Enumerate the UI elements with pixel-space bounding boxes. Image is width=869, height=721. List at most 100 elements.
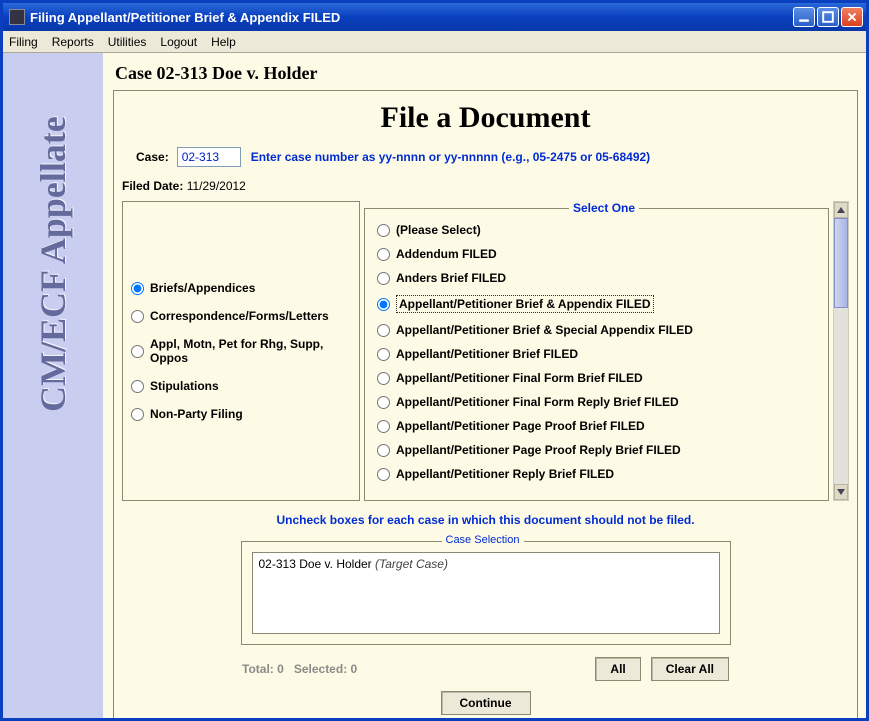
doctype-radio[interactable]	[377, 372, 390, 385]
category-appl-motn[interactable]: Appl, Motn, Pet for Rhg, Supp, Oppos	[131, 337, 351, 365]
window-controls	[793, 7, 863, 27]
doctype-radio[interactable]	[377, 248, 390, 261]
doctype-radio[interactable]	[377, 444, 390, 457]
selected-value: 0	[351, 662, 358, 676]
form-frame: File a Document Case: Enter case number …	[113, 90, 858, 718]
close-icon	[846, 11, 858, 23]
doctype-label: Appellant/Petitioner Final Form Brief FI…	[396, 371, 643, 385]
category-panel: Briefs/Appendices Correspondence/Forms/L…	[122, 201, 360, 501]
doctype-radio[interactable]	[377, 224, 390, 237]
select-all-button[interactable]: All	[595, 657, 640, 681]
doctype-legend: Select One	[569, 201, 639, 215]
window-title: Filing Appellant/Petitioner Brief & Appe…	[30, 10, 793, 25]
menu-logout[interactable]: Logout	[160, 35, 197, 49]
doctype-radio[interactable]	[377, 324, 390, 337]
totals-row: Total: 0 Selected: 0 All Clear All	[242, 657, 729, 681]
doctype-list: (Please Select) Addendum FILED Anders Br…	[369, 221, 824, 483]
case-title: Case 02-313 Doe v. Holder	[113, 59, 858, 90]
scroll-up-button[interactable]	[834, 202, 848, 218]
category-label: Correspondence/Forms/Letters	[150, 309, 329, 323]
category-label: Non-Party Filing	[150, 407, 243, 421]
doctype-appellant-brief[interactable]: Appellant/Petitioner Brief FILED	[377, 347, 816, 361]
maximize-button[interactable]	[817, 7, 839, 27]
doctype-label: Appellant/Petitioner Brief & Special App…	[396, 323, 693, 337]
scroll-track-space[interactable]	[834, 308, 848, 484]
case-number-input[interactable]	[177, 147, 241, 167]
menu-reports[interactable]: Reports	[52, 35, 94, 49]
doctype-label: Appellant/Petitioner Brief & Appendix FI…	[396, 295, 654, 313]
category-radio[interactable]	[131, 345, 144, 358]
doctype-label: Addendum FILED	[396, 247, 497, 261]
doctype-final-form-reply[interactable]: Appellant/Petitioner Final Form Reply Br…	[377, 395, 816, 409]
menu-help[interactable]: Help	[211, 35, 236, 49]
doctype-please-select[interactable]: (Please Select)	[377, 223, 816, 237]
selected-label: Selected:	[294, 662, 347, 676]
doctype-appellant-special-appendix[interactable]: Appellant/Petitioner Brief & Special App…	[377, 323, 816, 337]
app-icon	[9, 9, 25, 25]
category-stipulations[interactable]: Stipulations	[131, 379, 351, 393]
doctype-radio[interactable]	[377, 348, 390, 361]
category-briefs[interactable]: Briefs/Appendices	[131, 281, 351, 295]
doctype-radio[interactable]	[377, 396, 390, 409]
clear-all-button[interactable]: Clear All	[651, 657, 729, 681]
doctype-addendum[interactable]: Addendum FILED	[377, 247, 816, 261]
doctype-label: Appellant/Petitioner Page Proof Brief FI…	[396, 419, 645, 433]
category-radio[interactable]	[131, 310, 144, 323]
doctype-radio[interactable]	[377, 272, 390, 285]
doctype-label: Appellant/Petitioner Reply Brief FILED	[396, 467, 614, 481]
doctype-panel: Select One (Please Select) Addendum FILE…	[364, 201, 829, 501]
doctype-reply-brief[interactable]: Appellant/Petitioner Reply Brief FILED	[377, 467, 816, 481]
category-radio[interactable]	[131, 380, 144, 393]
minimize-button[interactable]	[793, 7, 815, 27]
sidebar: CM/ECF Appellate	[3, 53, 103, 718]
main-panel: Case 02-313 Doe v. Holder File a Documen…	[103, 53, 866, 718]
continue-row: Continue	[122, 691, 849, 715]
doctype-anders[interactable]: Anders Brief FILED	[377, 271, 816, 285]
doctype-radio[interactable]	[377, 420, 390, 433]
app-window: Filing Appellant/Petitioner Brief & Appe…	[0, 0, 869, 721]
doctype-panel-wrap: Select One (Please Select) Addendum FILE…	[364, 201, 849, 501]
total-value: 0	[277, 662, 284, 676]
menu-filing[interactable]: Filing	[9, 35, 38, 49]
case-selection-list[interactable]: 02-313 Doe v. Holder (Target Case)	[252, 552, 720, 634]
doctype-radio[interactable]	[377, 298, 390, 311]
case-selection-fieldset: Case Selection 02-313 Doe v. Holder (Tar…	[241, 541, 731, 645]
doctype-final-form-brief[interactable]: Appellant/Petitioner Final Form Brief FI…	[377, 371, 816, 385]
category-correspondence[interactable]: Correspondence/Forms/Letters	[131, 309, 351, 323]
category-label: Appl, Motn, Pet for Rhg, Supp, Oppos	[150, 337, 351, 365]
titlebar: Filing Appellant/Petitioner Brief & Appe…	[3, 3, 866, 31]
scroll-thumb[interactable]	[834, 218, 848, 308]
selection-panels: Briefs/Appendices Correspondence/Forms/L…	[122, 201, 849, 501]
menu-utilities[interactable]: Utilities	[108, 35, 147, 49]
doctype-label: Anders Brief FILED	[396, 271, 506, 285]
case-selection-legend: Case Selection	[442, 534, 524, 546]
continue-button[interactable]: Continue	[441, 691, 531, 715]
doctype-page-proof-reply[interactable]: Appellant/Petitioner Page Proof Reply Br…	[377, 443, 816, 457]
filed-date-row: Filed Date: 11/29/2012	[122, 179, 849, 193]
category-nonparty[interactable]: Non-Party Filing	[131, 407, 351, 421]
doctype-radio[interactable]	[377, 468, 390, 481]
filed-date-value: 11/29/2012	[187, 179, 246, 193]
page-heading: File a Document	[122, 101, 849, 135]
doctype-label: Appellant/Petitioner Brief FILED	[396, 347, 578, 361]
sidebar-brand: CM/ECF Appellate	[32, 89, 74, 439]
scroll-down-button[interactable]	[834, 484, 848, 500]
category-radio[interactable]	[131, 408, 144, 421]
category-label: Stipulations	[150, 379, 219, 393]
close-button[interactable]	[841, 7, 863, 27]
category-radio[interactable]	[131, 282, 144, 295]
chevron-up-icon	[837, 207, 845, 213]
content-area: CM/ECF Appellate Case 02-313 Doe v. Hold…	[3, 53, 866, 718]
doctype-label: Appellant/Petitioner Page Proof Reply Br…	[396, 443, 681, 457]
minimize-icon	[798, 11, 810, 23]
doctype-appellant-brief-appendix[interactable]: Appellant/Petitioner Brief & Appendix FI…	[377, 295, 816, 313]
case-selection-entry: 02-313 Doe v. Holder	[259, 557, 372, 571]
scrollbar[interactable]	[833, 201, 849, 501]
case-hint: Enter case number as yy-nnnn or yy-nnnnn…	[251, 150, 650, 164]
total-label: Total:	[242, 662, 274, 676]
case-label: Case:	[136, 150, 169, 164]
case-number-row: Case: Enter case number as yy-nnnn or yy…	[136, 147, 849, 167]
maximize-icon	[822, 11, 834, 23]
case-selection-tag: (Target Case)	[375, 557, 448, 571]
doctype-page-proof-brief[interactable]: Appellant/Petitioner Page Proof Brief FI…	[377, 419, 816, 433]
